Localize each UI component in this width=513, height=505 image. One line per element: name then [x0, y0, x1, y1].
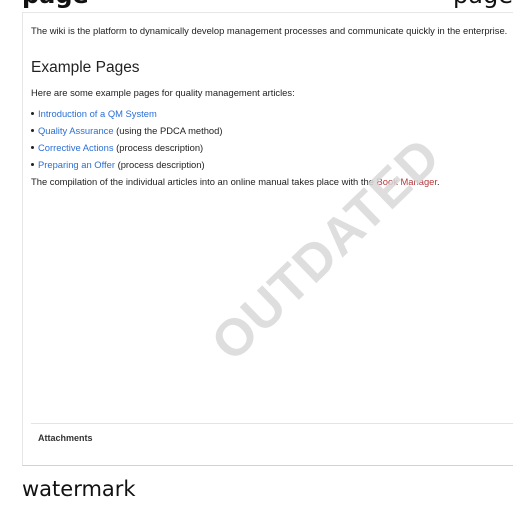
list-item: Preparing an Offer (process description) [31, 156, 222, 173]
compilation-paragraph: The compilation of the individual articl… [31, 176, 440, 187]
intro-paragraph: The wiki is the platform to dynamically … [31, 25, 508, 36]
list-item-suffix: (using the PDCA method) [113, 125, 223, 136]
list-item-suffix: (process description) [113, 142, 204, 153]
attachments-divider [31, 423, 513, 424]
screenshot-frame: page page The wiki is the platform to dy… [0, 0, 513, 505]
example-pages-list: Introduction of a QM System Quality Assu… [31, 105, 222, 173]
list-item: Corrective Actions (process description) [31, 139, 222, 156]
link-introduction-qm-system[interactable]: Introduction of a QM System [38, 108, 157, 119]
section-heading: Example Pages [31, 59, 140, 76]
cropped-heading-right: page [453, 0, 513, 9]
bullet-icon [31, 146, 34, 149]
cropped-heading: page page [22, 0, 513, 11]
list-item-suffix: (process description) [114, 159, 205, 170]
list-item: Quality Assurance (using the PDCA method… [31, 122, 222, 139]
attachments-label: Attachments [38, 433, 93, 443]
bullet-icon [31, 163, 34, 166]
cropped-heading-left: page [22, 0, 89, 9]
link-quality-assurance[interactable]: Quality Assurance [38, 125, 114, 136]
bullet-icon [31, 112, 34, 115]
link-book-manager[interactable]: Book Manager [377, 176, 437, 187]
list-item: Introduction of a QM System [31, 105, 222, 122]
compilation-suffix: . [436, 176, 440, 187]
compilation-prefix: The compilation of the individual articl… [31, 176, 377, 187]
link-corrective-actions[interactable]: Corrective Actions [38, 142, 114, 153]
bullet-icon [31, 129, 34, 132]
section-subtext: Here are some example pages for quality … [31, 87, 295, 98]
link-preparing-offer[interactable]: Preparing an Offer [38, 159, 115, 170]
wiki-page-content: The wiki is the platform to dynamically … [22, 12, 513, 466]
image-caption: watermark [22, 477, 136, 501]
